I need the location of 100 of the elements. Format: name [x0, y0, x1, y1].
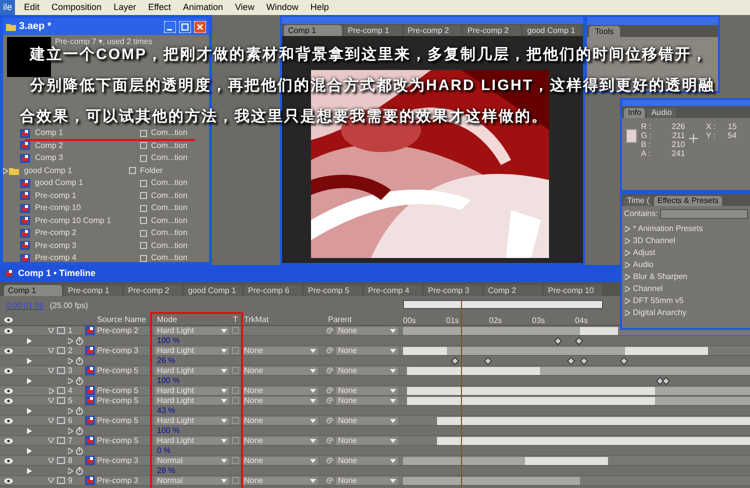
timeline-tab[interactable]: Pre-comp 10: [544, 285, 602, 296]
menu-item[interactable]: ile: [0, 0, 16, 15]
menu-item[interactable]: Edit: [21, 0, 43, 15]
parent-dropdown[interactable]: None: [336, 326, 398, 334]
stopwatch-icon[interactable]: [76, 356, 83, 364]
effects-category[interactable]: Adjust: [622, 247, 750, 259]
opacity-value[interactable]: 0 %: [157, 444, 207, 456]
layer-name[interactable]: Pre-comp 5: [97, 364, 138, 376]
parent-dropdown[interactable]: None: [336, 456, 398, 464]
panel-tab[interactable]: Info: [624, 108, 646, 118]
color-label-icon[interactable]: [57, 457, 65, 464]
close-button[interactable]: [194, 20, 206, 32]
keyframe-nav-icon[interactable]: [27, 338, 32, 344]
switch-icon[interactable]: [232, 327, 239, 334]
composition-tab[interactable]: Pre-comp 1: [344, 25, 402, 36]
mode-dropdown[interactable]: Hard Light: [155, 366, 229, 374]
effects-category[interactable]: Blur & Sharpen: [622, 271, 750, 283]
timeline-tab[interactable]: good Comp 1: [184, 285, 242, 296]
opacity-value[interactable]: 43 %: [157, 404, 207, 416]
eye-icon[interactable]: [4, 398, 13, 404]
color-label-icon[interactable]: [57, 367, 65, 374]
project-item[interactable]: Comp 2 Com...tion: [3, 140, 209, 152]
color-label-icon[interactable]: [57, 437, 65, 444]
twirl-down-icon[interactable]: [48, 438, 54, 443]
expand-triangle-icon[interactable]: [68, 448, 73, 454]
opacity-value[interactable]: 100 %: [157, 334, 207, 346]
stopwatch-icon[interactable]: [76, 376, 83, 384]
keyframe-nav-icon[interactable]: [27, 378, 32, 384]
column-header[interactable]: Parent: [322, 314, 400, 326]
opacity-value[interactable]: 28 %: [157, 464, 207, 476]
keyframe-icon[interactable]: [450, 356, 460, 365]
color-label-icon[interactable]: [57, 327, 65, 334]
layer-name[interactable]: Pre-comp 3: [97, 344, 138, 356]
track-matte-dropdown[interactable]: None: [242, 416, 318, 424]
track-matte-dropdown[interactable]: None: [242, 346, 318, 354]
menu-item[interactable]: Composition: [48, 0, 105, 15]
layer-duration-bar[interactable]: [407, 366, 540, 374]
column-header[interactable]: TrkMat: [242, 314, 322, 326]
timeline-tab[interactable]: Pre-comp 3: [424, 285, 482, 296]
color-label-icon[interactable]: [57, 417, 65, 424]
menu-item[interactable]: Window: [263, 0, 302, 15]
effects-category[interactable]: Audio: [622, 259, 750, 271]
layer-name[interactable]: Pre-comp 5: [97, 434, 138, 446]
switch-icon[interactable]: [232, 477, 239, 484]
eye-icon[interactable]: [4, 388, 13, 394]
timeline-tab[interactable]: Pre-comp 6: [244, 285, 302, 296]
layer-duration-bar[interactable]: [403, 476, 580, 484]
twirl-down-icon[interactable]: [48, 368, 54, 373]
pickwhip-icon[interactable]: [326, 476, 334, 484]
pickwhip-icon[interactable]: [326, 456, 334, 464]
minimize-button[interactable]: [164, 20, 176, 32]
parent-dropdown[interactable]: None: [336, 366, 398, 374]
keyframe-nav-icon[interactable]: [27, 448, 32, 454]
stopwatch-icon[interactable]: [76, 466, 83, 474]
layer-duration-bar[interactable]: [525, 456, 608, 464]
switch-icon[interactable]: [232, 437, 239, 444]
layer-duration-bar[interactable]: [437, 416, 750, 424]
composition-tab[interactable]: good Comp 1: [523, 25, 581, 36]
keyframe-icon[interactable]: [620, 356, 628, 365]
composition-tab[interactable]: Pre-comp 2: [463, 25, 522, 36]
track-matte-dropdown[interactable]: None: [242, 386, 318, 394]
expand-triangle-icon[interactable]: [68, 378, 73, 384]
mode-dropdown[interactable]: Hard Light: [155, 436, 229, 444]
mode-dropdown[interactable]: Hard Light: [155, 396, 229, 404]
effects-category[interactable]: 3D Channel: [622, 235, 750, 247]
track-matte-dropdown[interactable]: None: [242, 436, 318, 444]
menu-item[interactable]: Layer: [110, 0, 140, 15]
mode-dropdown[interactable]: Hard Light: [155, 326, 229, 334]
opacity-value[interactable]: 26 %: [157, 354, 207, 366]
twirl-down-icon[interactable]: [48, 398, 54, 403]
pickwhip-icon[interactable]: [326, 346, 334, 354]
column-header[interactable]: Source Name: [97, 314, 152, 326]
stopwatch-icon[interactable]: [76, 446, 83, 454]
project-item[interactable]: Comp 1 Com...tion: [3, 127, 209, 140]
pickwhip-icon[interactable]: [326, 436, 334, 444]
eye-icon[interactable]: [4, 348, 13, 354]
eye-icon[interactable]: [4, 478, 13, 484]
keyframe-nav-icon[interactable]: [27, 358, 32, 364]
opacity-value[interactable]: 100 %: [157, 424, 207, 436]
project-item[interactable]: Pre-comp 4 Com...tion: [3, 252, 209, 264]
column-header[interactable]: Mode: [152, 314, 232, 326]
menu-item[interactable]: Animation: [180, 0, 226, 15]
switch-icon[interactable]: [232, 347, 239, 354]
parent-dropdown[interactable]: None: [336, 436, 398, 444]
panel-tab[interactable]: Time (: [624, 196, 652, 206]
layer-name[interactable]: Pre-comp 2: [97, 326, 138, 336]
pickwhip-icon[interactable]: [326, 366, 334, 374]
search-field[interactable]: [660, 208, 748, 218]
panel-tab[interactable]: Effects & Presets: [654, 196, 722, 206]
layer-duration-bar[interactable]: [625, 346, 708, 354]
twirl-right-icon[interactable]: [48, 388, 54, 394]
keyframe-icon[interactable]: [574, 336, 584, 345]
layer-name[interactable]: Pre-comp 5: [97, 394, 138, 406]
project-item[interactable]: Pre-comp 3 Com...tion: [3, 240, 209, 252]
layer-duration-bar[interactable]: [655, 396, 750, 404]
twirl-down-icon[interactable]: [48, 478, 54, 483]
composition-tab[interactable]: Pre-comp 2: [404, 25, 462, 36]
track-matte-dropdown[interactable]: None: [242, 476, 318, 484]
expand-triangle-icon[interactable]: [68, 408, 73, 414]
effects-category[interactable]: DFT 55mm v5: [622, 295, 750, 307]
